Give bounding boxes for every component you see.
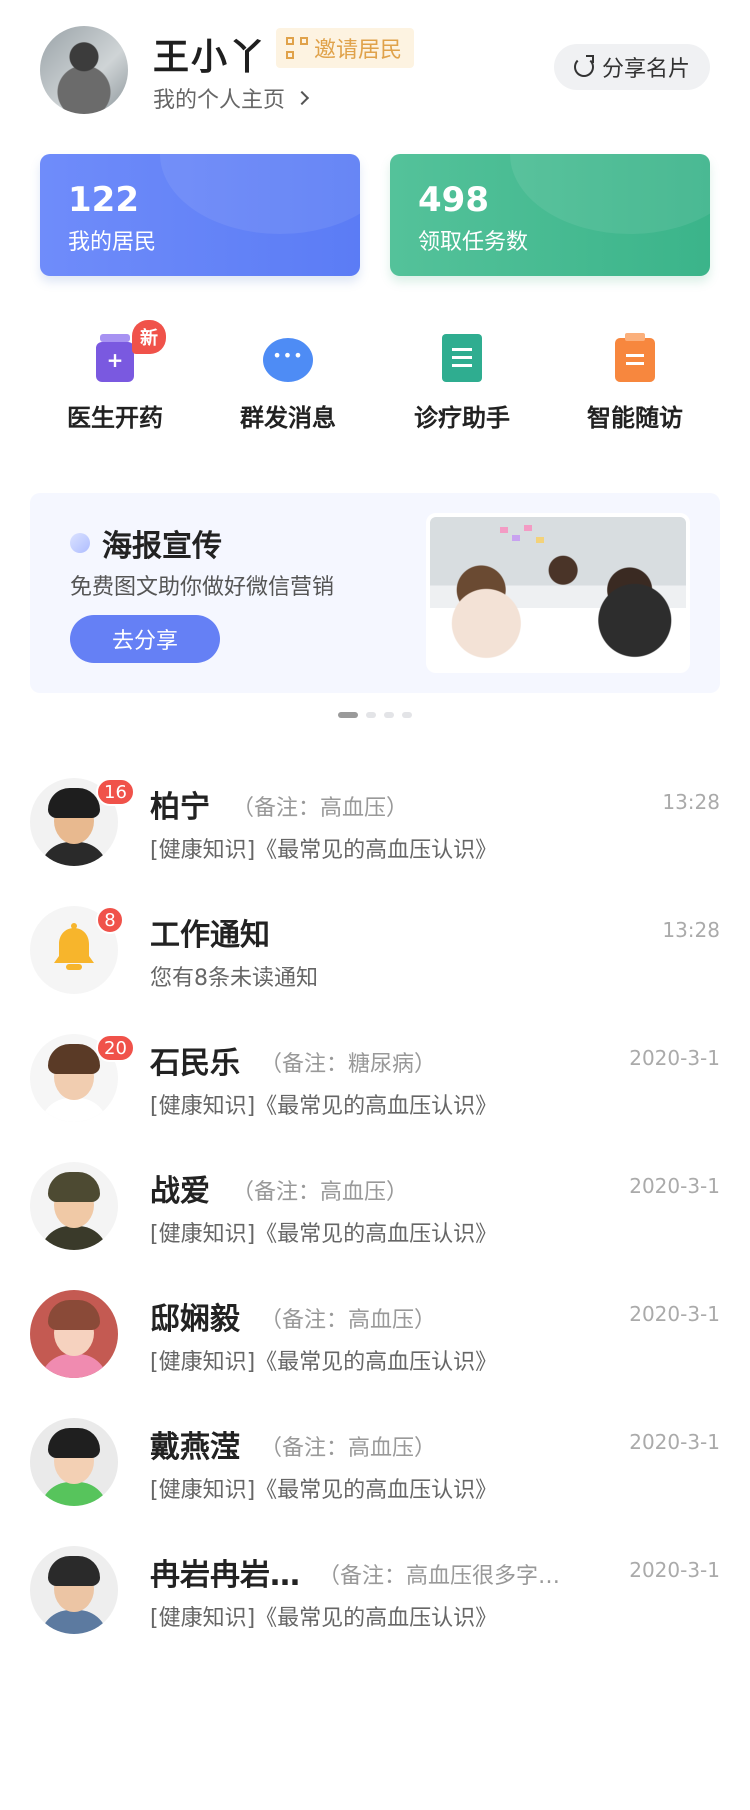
contact-name: 邸娴毅 <box>150 1302 240 1337</box>
message-time: 2020-3-1 <box>629 1430 720 1454</box>
message-time: 2020-3-1 <box>629 1302 720 1326</box>
message-time: 2020-3-1 <box>629 1046 720 1070</box>
tool-followup[interactable]: 智能随访 <box>560 320 710 433</box>
chat-bubble-icon <box>263 334 313 384</box>
message-preview: [健康知识]《最常见的高血压认识》 <box>150 838 498 863</box>
banner-subtitle: 免费图文助你做好微信营销 <box>70 575 335 600</box>
contact-note: （备注：高血压） <box>260 1436 437 1461</box>
my-residents-label: 我的居民 <box>68 230 157 255</box>
unread-count-badge: 8 <box>96 906 124 934</box>
message-row[interactable]: 战爱 （备注：高血压） 2020-3-1 [健康知识]《最常见的高血压认识》 <box>0 1162 750 1310</box>
contact-note: （备注：高血压） <box>232 796 409 821</box>
contact-name: 战爱 <box>150 1174 210 1209</box>
claimed-tasks-count: 498 <box>418 180 489 220</box>
message-time: 2020-3-1 <box>629 1174 720 1198</box>
contact-avatar <box>30 1290 118 1378</box>
message-row[interactable]: 8 工作通知 13:28 您有8条未读通知 <box>0 906 750 1054</box>
tool-broadcast[interactable]: 群发消息 <box>213 320 363 433</box>
tool-label: 群发消息 <box>240 404 336 432</box>
decorative-dot-icon <box>70 533 90 553</box>
banner-title: 海报宣传 <box>102 529 222 564</box>
share-icon <box>573 55 594 77</box>
banner-image <box>426 513 690 673</box>
contact-name: 冉岩冉岩… <box>150 1558 300 1593</box>
my-residents-card[interactable]: 122 我的居民 <box>40 154 360 276</box>
message-row[interactable]: 16 柏宁 （备注：高血压） 13:28 [健康知识]《最常见的高血压认识》 <box>0 778 750 926</box>
message-time: 2020-3-1 <box>629 1558 720 1582</box>
pagination-dot[interactable] <box>402 712 412 718</box>
clipboard-icon <box>610 333 660 384</box>
contact-note: （备注：糖尿病） <box>260 1052 437 1077</box>
tool-prescribe[interactable]: 医生开药 新 <box>40 320 190 433</box>
message-preview: [健康知识]《最常见的高血压认识》 <box>150 1222 498 1247</box>
tools-grid: 医生开药 新 群发消息 诊疗助手 智能随访 <box>40 320 710 440</box>
profile-header: 王小丫 邀请居民 我的个人主页 分享名片 <box>40 26 710 116</box>
contact-name: 柏宁 <box>150 790 210 825</box>
contact-note: （备注：高血压很多字… <box>318 1564 561 1589</box>
message-preview: [健康知识]《最常见的高血压认识》 <box>150 1094 498 1119</box>
message-time: 13:28 <box>662 918 720 942</box>
banner-pagination <box>0 712 750 718</box>
contact-name: 石民乐 <box>150 1046 240 1081</box>
message-preview: [健康知识]《最常见的高血压认识》 <box>150 1350 498 1375</box>
contact-name: 戴燕滢 <box>150 1430 240 1465</box>
contact-avatar <box>30 1162 118 1250</box>
message-preview: 您有8条未读通知 <box>150 966 318 991</box>
new-badge: 新 <box>132 320 166 354</box>
unread-count-badge: 16 <box>96 778 135 806</box>
tool-diagnosis-assistant[interactable]: 诊疗助手 <box>387 320 537 433</box>
pagination-dot[interactable] <box>384 712 394 718</box>
claimed-tasks-card[interactable]: 498 领取任务数 <box>390 154 710 276</box>
message-preview: [健康知识]《最常见的高血压认识》 <box>150 1606 498 1631</box>
pagination-dot[interactable] <box>338 712 358 718</box>
contact-note: （备注：高血压） <box>232 1180 409 1205</box>
user-avatar[interactable] <box>40 26 128 114</box>
message-preview: [健康知识]《最常见的高血压认识》 <box>150 1478 498 1503</box>
contact-avatar <box>30 1418 118 1506</box>
contact-note: （备注：高血压） <box>260 1308 437 1333</box>
tool-label: 医生开药 <box>67 404 163 432</box>
poster-banner[interactable]: 海报宣传 免费图文助你做好微信营销 去分享 <box>30 493 720 693</box>
my-homepage-label: 我的个人主页 <box>153 88 286 113</box>
chevron-right-icon <box>294 90 310 106</box>
invite-resident-label: 邀请居民 <box>314 38 403 63</box>
pagination-dot[interactable] <box>366 712 376 718</box>
my-homepage-link[interactable]: 我的个人主页 <box>153 82 310 114</box>
my-residents-count: 122 <box>68 180 139 220</box>
message-row[interactable]: 邸娴毅 （备注：高血压） 2020-3-1 [健康知识]《最常见的高血压认识》 <box>0 1290 750 1438</box>
document-icon <box>437 334 487 384</box>
tool-label: 智能随访 <box>587 404 683 432</box>
message-time: 13:28 <box>662 790 720 814</box>
message-row[interactable]: 冉岩冉岩… （备注：高血压很多字… 2020-3-1 [健康知识]《最常见的高血压认识… <box>0 1546 750 1694</box>
unread-count-badge: 20 <box>96 1034 135 1062</box>
contact-name: 工作通知 <box>150 918 270 953</box>
qr-code-icon <box>286 37 308 59</box>
message-row[interactable]: 20 石民乐 （备注：糖尿病） 2020-3-1 [健康知识]《最常见的高血压认识》 <box>0 1034 750 1182</box>
contact-avatar <box>30 1546 118 1634</box>
share-card-button[interactable]: 分享名片 <box>553 44 710 90</box>
share-card-label: 分享名片 <box>601 57 690 82</box>
tool-label: 诊疗助手 <box>414 404 510 432</box>
invite-resident-button[interactable]: 邀请居民 <box>276 28 415 68</box>
claimed-tasks-label: 领取任务数 <box>418 230 529 255</box>
user-name: 王小丫 <box>153 37 268 78</box>
go-share-button[interactable]: 去分享 <box>70 615 220 663</box>
message-row[interactable]: 戴燕滢 （备注：高血压） 2020-3-1 [健康知识]《最常见的高血压认识》 <box>0 1418 750 1566</box>
